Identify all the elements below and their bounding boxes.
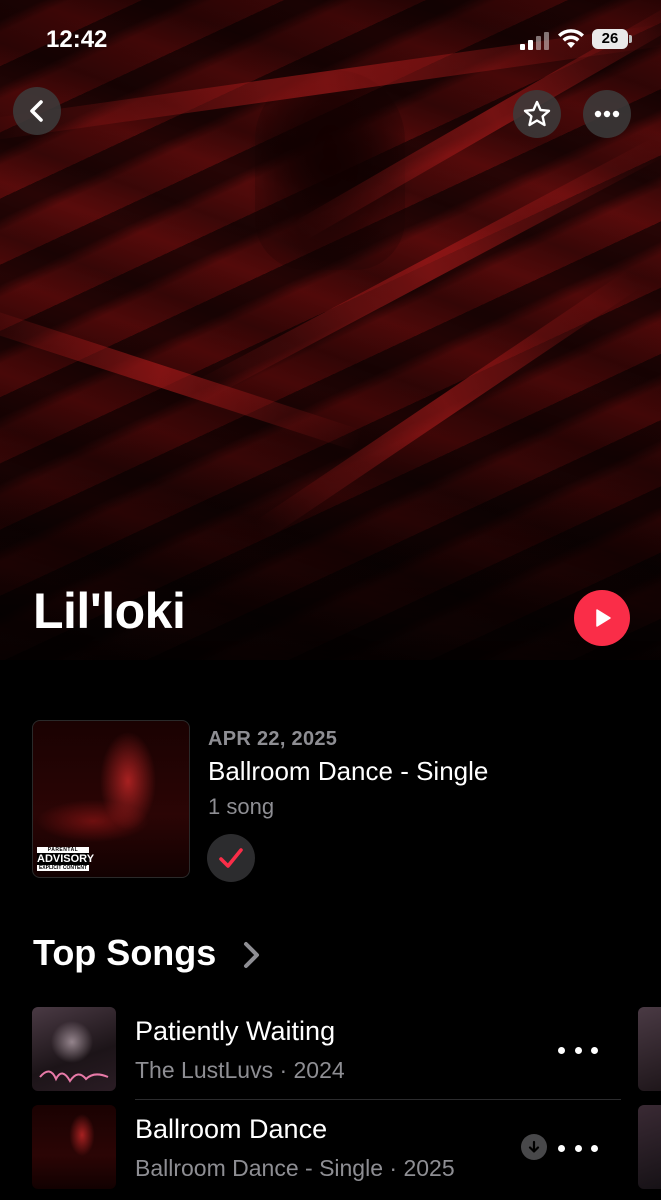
- dot: [558, 1144, 565, 1152]
- checkmark-icon: [219, 848, 243, 868]
- chevron-right-icon[interactable]: [240, 938, 264, 972]
- dot: [574, 1046, 582, 1054]
- release-title[interactable]: Ballroom Dance - Single: [208, 756, 488, 787]
- advisory-line-3: EXPLICIT CONTENT: [38, 865, 88, 871]
- release-date: APR 22, 2025: [208, 728, 338, 750]
- ellipsis-icon: [594, 110, 620, 118]
- song-title: Ballroom Dance: [135, 1114, 328, 1144]
- artist-page: 12:42 26 Lil'loki PARENTAL ADVISORY EXPL…: [0, 0, 661, 1200]
- status-time: 12:42: [46, 26, 108, 53]
- next-song-artwork-peek: [638, 1007, 661, 1091]
- parental-advisory-label: PARENTAL ADVISORY EXPLICIT CONTENT: [37, 847, 95, 871]
- added-to-library-button[interactable]: [207, 834, 255, 882]
- song-subtitle: Ballroom Dance - Single · 2025: [135, 1155, 455, 1181]
- song-title: Patiently Waiting: [135, 1016, 336, 1046]
- wifi-icon: [558, 29, 584, 48]
- artist-hero-image: [0, 0, 661, 660]
- favorite-button[interactable]: [513, 90, 561, 138]
- release-song-count: 1 song: [208, 794, 275, 819]
- top-songs-heading[interactable]: Top Songs: [33, 932, 216, 974]
- song-subtitle: The LustLuvs · 2024: [135, 1057, 345, 1083]
- play-icon: [596, 609, 611, 627]
- song-row[interactable]: Patiently Waiting The LustLuvs · 2024: [0, 1004, 661, 1100]
- battery-indicator: 26: [592, 29, 628, 49]
- song-row[interactable]: Ballroom Dance Ballroom Dance - Single ·…: [0, 1102, 661, 1198]
- song-more-button[interactable]: [558, 1038, 598, 1062]
- cellular-signal-icon: [520, 32, 550, 50]
- song-artwork: [32, 1105, 116, 1189]
- song-artwork-lettering: [39, 1070, 109, 1083]
- artist-name: Lil'loki: [33, 583, 186, 639]
- dot: [574, 1144, 582, 1152]
- battery-cap: [629, 35, 632, 43]
- song-artwork: [32, 1007, 116, 1091]
- dot: [558, 1046, 565, 1054]
- song-more-button[interactable]: [558, 1136, 598, 1160]
- advisory-line-2: ADVISORY: [37, 853, 95, 865]
- download-arrow-icon[interactable]: [521, 1134, 547, 1160]
- play-button[interactable]: [574, 590, 630, 646]
- dot: [591, 1144, 598, 1152]
- back-button[interactable]: [13, 87, 61, 135]
- download-arrow-glyph: [528, 1140, 540, 1153]
- dot: [591, 1046, 598, 1054]
- next-song-artwork-peek: [638, 1105, 661, 1189]
- status-bar: 12:42 26: [0, 0, 661, 80]
- latest-release-artwork[interactable]: PARENTAL ADVISORY EXPLICIT CONTENT: [32, 720, 190, 878]
- star-icon: [523, 100, 551, 127]
- chevron-left-icon: [30, 100, 43, 122]
- more-options-button[interactable]: [583, 90, 631, 138]
- divider: [135, 1099, 621, 1100]
